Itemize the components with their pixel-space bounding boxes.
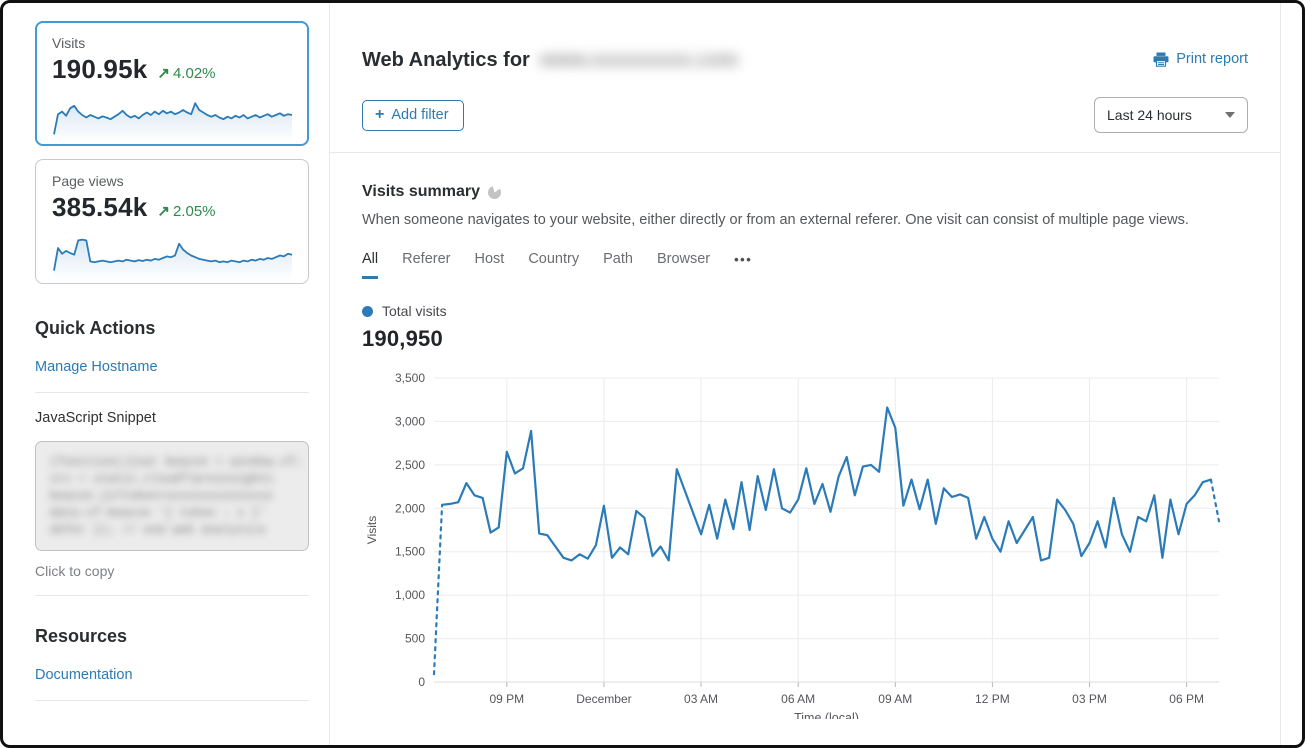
svg-text:2,000: 2,000 (395, 501, 425, 515)
line-chart-svg: 0 500 1,000 1,500 2,000 2,500 3,000 3,500 09 PM D… (362, 367, 1248, 719)
metric-delta: ↗4.02% (157, 64, 215, 82)
resources-heading: Resources (35, 626, 309, 647)
tab-path[interactable]: Path (603, 251, 633, 279)
svg-text:03 AM: 03 AM (684, 692, 718, 706)
summary-tabs: All Referer Host Country Path Browser ••• (362, 251, 1248, 279)
svg-text:09 AM: 09 AM (878, 692, 912, 706)
tab-host[interactable]: Host (474, 251, 504, 279)
divider (35, 392, 309, 393)
svg-text:2,500: 2,500 (395, 458, 425, 472)
printer-icon (1153, 52, 1169, 67)
redacted-domain: www.xxxxxxxxx.com (540, 49, 738, 72)
svg-text:1,500: 1,500 (395, 545, 425, 559)
svg-text:3,500: 3,500 (395, 371, 425, 385)
print-report-label: Print report (1176, 51, 1248, 67)
tab-referer[interactable]: Referer (402, 251, 450, 279)
sparkline-chart (52, 227, 294, 281)
chart-legend: Total visits (362, 303, 1248, 319)
manage-hostname-link[interactable]: Manage Hostname (35, 359, 158, 375)
svg-text:09 PM: 09 PM (489, 692, 524, 706)
svg-text:03 PM: 03 PM (1072, 692, 1107, 706)
metric-label: Page views (52, 173, 292, 189)
svg-text:06 PM: 06 PM (1169, 692, 1204, 706)
svg-text:Time (local): Time (local) (794, 711, 859, 719)
javascript-snippet-box[interactable]: (function(){var beacon = window.cf; src … (35, 441, 309, 551)
svg-text:06 AM: 06 AM (781, 692, 815, 706)
divider (35, 595, 309, 596)
visits-line-chart: 0 500 1,000 1,500 2,000 2,500 3,000 3,500 09 PM D… (362, 367, 1248, 724)
click-to-copy-hint: Click to copy (35, 563, 309, 579)
visits-summary-title: Visits summary (362, 183, 480, 201)
metric-value: 385.54k (52, 192, 147, 223)
metric-card-list: Visits 190.95k ↗4.02% Page views 385.54k ↗2.0… (35, 21, 309, 284)
redacted-code-line: beacon.js?token=xxxxxxxxxxxxxxx (50, 488, 294, 505)
metric-label: Visits (52, 35, 292, 51)
metric-card-page-views[interactable]: Page views 385.54k ↗2.05% (35, 159, 309, 284)
print-report-button[interactable]: Print report (1153, 51, 1248, 67)
main-panel: Web Analytics for www.xxxxxxxxx.com Prin… (329, 3, 1281, 748)
pie-chart-icon (488, 186, 501, 199)
time-range-value: Last 24 hours (1107, 107, 1192, 123)
legend-label: Total visits (382, 303, 447, 319)
redacted-code-line: defer }); // end web analytics (50, 522, 294, 539)
tab-all[interactable]: All (362, 251, 378, 279)
redacted-code-line: data-cf-beacon '{ token : x }' (50, 505, 294, 522)
plus-icon: + (375, 107, 384, 123)
add-filter-button[interactable]: + Add filter (362, 100, 464, 131)
metric-delta: ↗2.05% (157, 202, 215, 220)
sidebar: Visits 190.95k ↗4.02% Page views 385.54k ↗2.0… (35, 21, 309, 701)
chevron-down-icon (1225, 112, 1235, 118)
page-title-text: Web Analytics for (362, 49, 530, 72)
legend-dot-icon (362, 306, 373, 317)
metric-card-visits[interactable]: Visits 190.95k ↗4.02% (35, 21, 309, 146)
tab-browser[interactable]: Browser (657, 251, 710, 279)
visits-summary-description: When someone navigates to your website, … (362, 212, 1248, 228)
svg-text:12 PM: 12 PM (975, 692, 1010, 706)
sparkline-chart (52, 89, 294, 143)
svg-text:Visits: Visits (365, 516, 379, 544)
trend-up-icon: ↗ (157, 203, 170, 220)
metric-value: 190.95k (52, 54, 147, 85)
svg-text:1,000: 1,000 (395, 588, 425, 602)
svg-text:500: 500 (405, 632, 425, 646)
quick-actions-heading: Quick Actions (35, 318, 309, 339)
svg-text:3,000: 3,000 (395, 414, 425, 428)
svg-text:0: 0 (418, 675, 425, 689)
app-window: Visits 190.95k ↗4.02% Page views 385.54k ↗2.0… (0, 0, 1305, 748)
javascript-snippet-label: JavaScript Snippet (35, 410, 309, 426)
page-title: Web Analytics for www.xxxxxxxxx.com (362, 49, 738, 72)
tab-more-options[interactable]: ••• (734, 252, 752, 279)
add-filter-label: Add filter (391, 107, 448, 123)
trend-up-icon: ↗ (157, 65, 170, 82)
redacted-code-line: (function(){var beacon = window.cf; (50, 454, 294, 471)
total-visits-value: 190,950 (362, 326, 1248, 352)
svg-text:December: December (576, 692, 631, 706)
tab-country[interactable]: Country (528, 251, 579, 279)
time-range-select[interactable]: Last 24 hours (1094, 97, 1248, 133)
divider (35, 700, 309, 701)
redacted-code-line: src = static.cloudflareinsights (50, 471, 294, 488)
divider (330, 152, 1280, 153)
documentation-link[interactable]: Documentation (35, 667, 133, 683)
